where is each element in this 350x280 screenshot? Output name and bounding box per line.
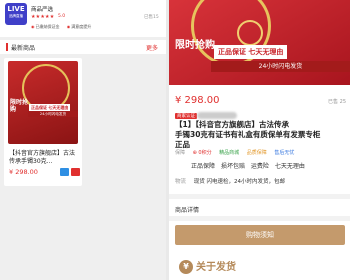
merchant-badge: 商家认证 — [175, 113, 197, 119]
promo-flash-sale: 限时抢购 — [10, 99, 29, 113]
about-shipping[interactable]: ¥ 关于发货 — [179, 258, 236, 274]
quality-badge: 品质保障 — [246, 150, 267, 156]
points-badge: ⊕ 0积分 — [192, 150, 212, 156]
premium-mall-badge: 精品商城 — [219, 150, 240, 156]
store-name: 商品严选 — [31, 7, 54, 13]
after-sales-badge: 售后无忧 — [274, 150, 295, 156]
store-header[interactable]: LIVE 品牌直播 商品严选 ★★★★★ 5.0 已售15 ◉已缴纳保证金 ◉满… — [0, 0, 166, 37]
divider — [169, 194, 350, 199]
product-image[interactable]: 限时抢购 正品保证 七天无理由 24小时闪电发货 — [8, 61, 78, 144]
coin-icon: ¥ — [179, 260, 193, 274]
title-line: 【1】【抖音官方旗舰店】古法传承 — [175, 120, 289, 129]
shipping-label: 物流 — [175, 179, 187, 185]
store-sales: 已售15 — [144, 15, 159, 20]
store-rating: 5.0 — [58, 14, 66, 19]
store-tags: ◉已缴纳保证金 ◉满意度提升 — [31, 24, 97, 30]
guarantee-row[interactable]: 保障 ⊕ 0积分 精品商城 品质保障 售后无忧 — [175, 149, 294, 156]
shipping-text: 现货 闪电速检，24小时内发货，包邮 — [193, 179, 286, 185]
logo-sub: 品牌直播 — [9, 14, 23, 18]
more-link[interactable]: 更多 — [146, 43, 158, 52]
details-label: 商品详情 — [175, 207, 200, 214]
service-item: 七天无理由 — [274, 163, 305, 170]
title-line: 手镯30克有证书有礼盒有质保单有发票专柜 — [175, 130, 321, 139]
promo-shipping-band: 24小时闪电发货 — [211, 61, 350, 72]
promo-shipping-band: 24小时闪电发货 — [28, 111, 78, 117]
promo-guarantee: 正品保证 七天无理由 — [214, 45, 288, 59]
hero-image[interactable]: 限时抢购 正品保证 七天无理由 24小时闪电发货 — [169, 0, 350, 85]
section-header: 最新商品 更多 — [0, 40, 166, 54]
detail-price: ¥ 298.00 — [175, 95, 220, 106]
service-row: 正品保障 损坏包赔 运费险 七天无理由 — [191, 161, 309, 170]
product-title[interactable]: 【抖音官方旗舰店】古法传承手镯30克... — [9, 150, 79, 166]
service-item: 运费险 — [250, 163, 269, 170]
store-tag: ◉满意度提升 — [66, 24, 92, 29]
star-rating-icon: ★★★★★ — [31, 14, 55, 20]
promo-flash-sale: 限时抢购 — [175, 40, 215, 51]
logo-text: LIVE — [7, 5, 25, 13]
store-panel: LIVE 品牌直播 商品严选 ★★★★★ 5.0 已售15 ◉已缴纳保证金 ◉满… — [0, 0, 166, 280]
purchase-notice-button[interactable]: 购物须知 — [175, 225, 345, 245]
check-icon: ◉ — [66, 24, 71, 29]
store-tag: ◉已缴纳保证金 — [31, 24, 60, 29]
bracelet-ring-small — [237, 20, 263, 46]
service-item: 损坏包赔 — [220, 163, 245, 170]
sold-count: 已售 25 — [328, 99, 346, 105]
product-price: ¥ 298.00 — [9, 168, 38, 176]
cart-icon[interactable] — [71, 168, 80, 176]
shipping-row[interactable]: 物流 现货 闪电速检，24小时内发货，包邮 — [175, 177, 285, 185]
check-icon: ◉ — [31, 24, 35, 29]
store-logo: LIVE 品牌直播 — [5, 3, 27, 25]
guarantee-label: 保障 — [175, 150, 186, 156]
section-accent-bar — [6, 43, 8, 51]
detail-title: 【1】【抖音官方旗舰店】古法传承 手镯30克有证书有礼盒有质保单有发票专柜 正品 — [175, 120, 347, 150]
about-shipping-label: 关于发货 — [196, 262, 236, 273]
service-item: 正品保障 — [191, 163, 216, 170]
section-title: 最新商品 — [11, 45, 36, 52]
product-detail-panel: 限时抢购 正品保证 七天无理由 24小时闪电发货 ¥ 298.00 已售 25 … — [169, 0, 350, 280]
divider — [169, 216, 350, 221]
blurred-text — [197, 112, 237, 119]
share-icon[interactable] — [60, 168, 69, 176]
product-card[interactable]: 限时抢购 正品保证 七天无理由 24小时闪电发货 【抖音官方旗舰店】古法传承手镯… — [4, 58, 82, 186]
